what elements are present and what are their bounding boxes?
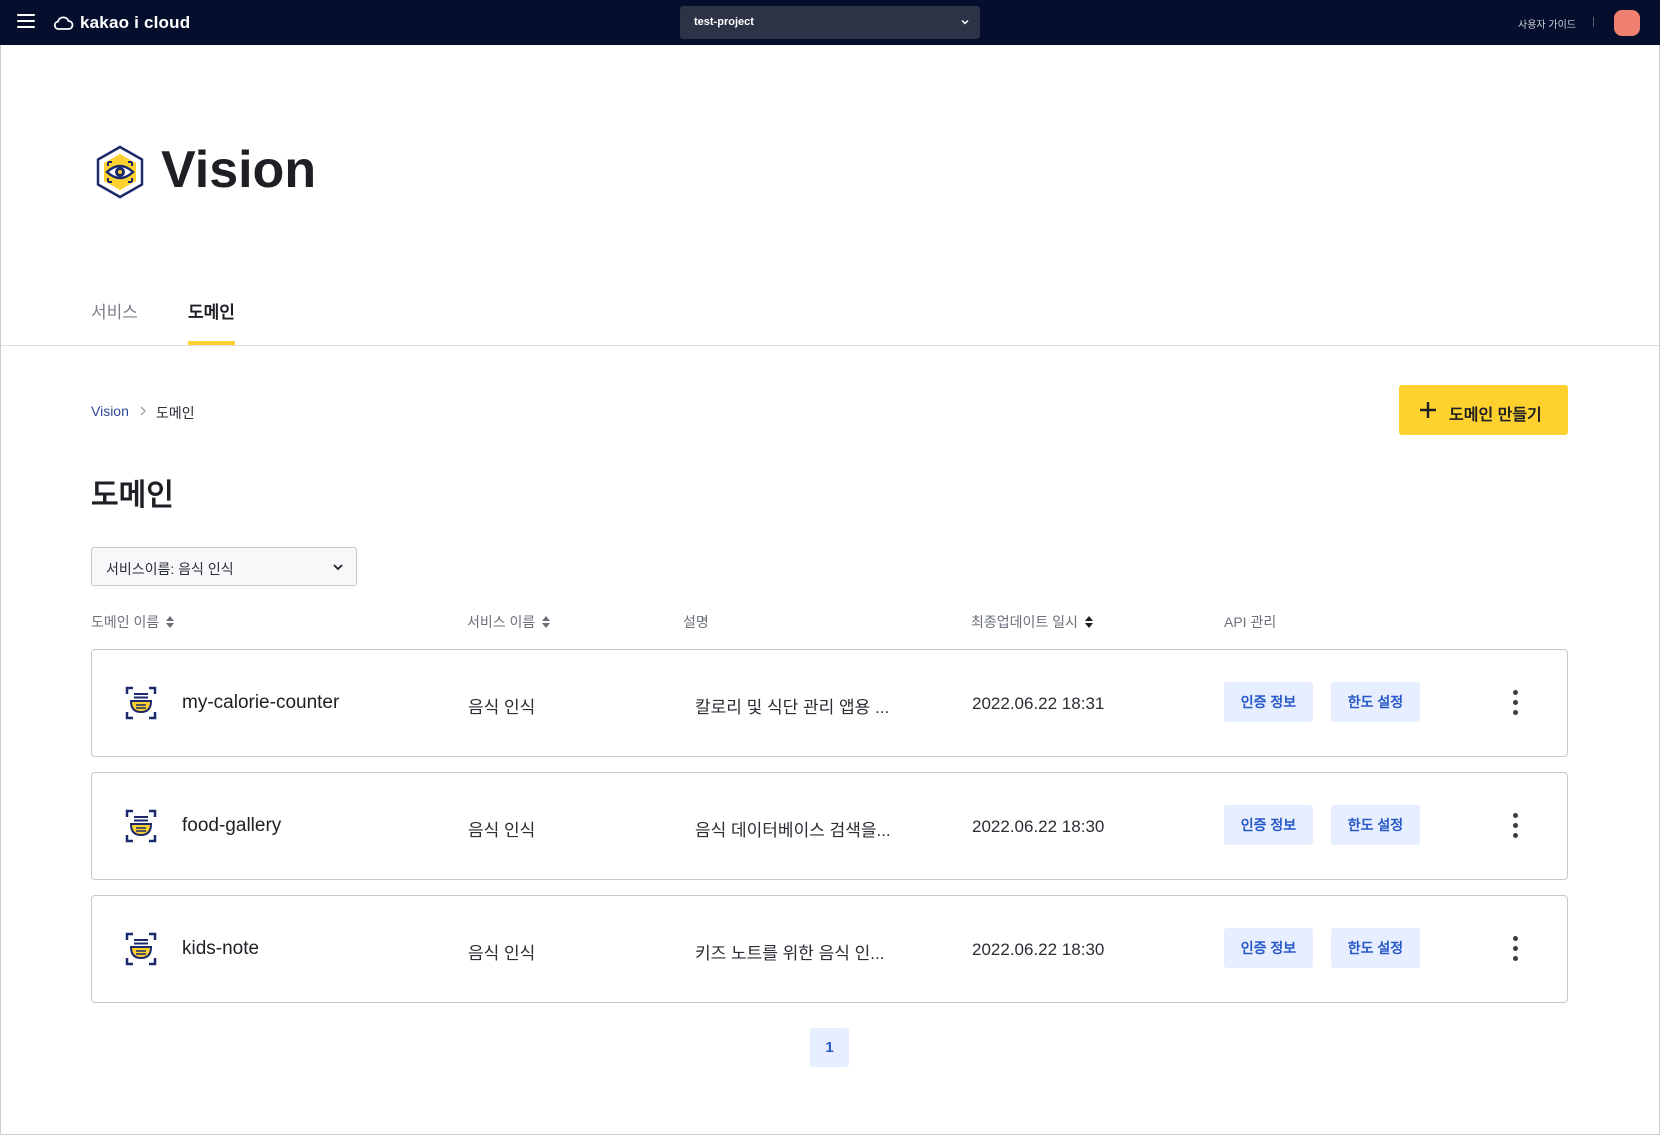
limit-settings-button[interactable]: 한도 설정: [1331, 928, 1420, 968]
brand-name: kakao i cloud: [80, 13, 191, 32]
more-vert-icon[interactable]: [1511, 813, 1519, 839]
service-filter-select[interactable]: 서비스이름: 음식 인식: [91, 547, 357, 586]
updated-at: 2022.06.22 18:30: [972, 817, 1105, 836]
vision-eye-icon: [96, 145, 144, 199]
domain-name-link[interactable]: my-calorie-counter: [182, 692, 339, 714]
avatar[interactable]: [1614, 10, 1640, 36]
top-navigation-bar: kakao i cloud test-project 사용자 가이드: [0, 0, 1660, 45]
chevron-down-icon: [961, 19, 969, 25]
limit-settings-button[interactable]: 한도 설정: [1331, 805, 1420, 845]
project-selector[interactable]: test-project: [680, 6, 980, 39]
table-row[interactable]: my-calorie-counter 음식 인식 칼로리 및 식단 관리 앱용 …: [91, 649, 1568, 757]
plus-icon: [1420, 402, 1436, 418]
pagination-page-button[interactable]: 1: [810, 1028, 849, 1067]
column-header-service-name: 서비스 이름: [467, 612, 551, 632]
auth-info-button[interactable]: 인증 정보: [1224, 682, 1313, 722]
domain-name-link[interactable]: kids-note: [182, 938, 259, 960]
food-bowl-icon: [125, 932, 157, 966]
domain-name-link[interactable]: food-gallery: [182, 815, 281, 837]
table-row[interactable]: food-gallery 음식 인식 음식 데이터베이스 검색을... 2022…: [91, 772, 1568, 880]
auth-info-button[interactable]: 인증 정보: [1224, 805, 1313, 845]
sort-icon[interactable]: [1084, 615, 1094, 629]
tabs-divider: [1, 345, 1659, 346]
column-header-description: 설명: [683, 612, 709, 632]
table-row[interactable]: kids-note 음식 인식 키즈 노트를 위한 음식 인... 2022.0…: [91, 895, 1568, 1003]
section-title: 도메인: [91, 479, 174, 512]
menu-icon[interactable]: [17, 14, 35, 30]
tab-services[interactable]: 서비스: [91, 298, 138, 323]
more-vert-icon[interactable]: [1511, 936, 1519, 962]
create-domain-button[interactable]: 도메인 만들기: [1399, 385, 1568, 435]
create-domain-label: 도메인 만들기: [1449, 407, 1542, 424]
updated-at: 2022.06.22 18:31: [972, 694, 1105, 713]
description: 칼로리 및 식단 관리 앱용 ...: [695, 698, 890, 717]
project-selector-value: test-project: [694, 16, 754, 28]
cloud-logo-icon: [53, 16, 74, 30]
column-header-label: API 관리: [1224, 614, 1277, 630]
column-header-label: 최종업데이트 일시: [971, 614, 1078, 630]
topbar-divider: [1593, 17, 1594, 27]
column-header-updated: 최종업데이트 일시: [971, 612, 1094, 632]
breadcrumb-root-link[interactable]: Vision: [91, 403, 129, 419]
chevron-right-icon: [140, 406, 146, 416]
description: 음식 데이터베이스 검색을...: [695, 821, 891, 840]
brand-logo[interactable]: kakao i cloud: [52, 11, 190, 35]
service-name: 음식 인식: [468, 944, 536, 963]
more-vert-icon[interactable]: [1511, 690, 1519, 716]
sort-icon[interactable]: [165, 615, 175, 629]
column-header-api: API 관리: [1224, 612, 1276, 632]
tab-domain[interactable]: 도메인: [188, 298, 235, 323]
breadcrumb-current: 도메인: [156, 405, 195, 421]
description: 키즈 노트를 위한 음식 인...: [695, 944, 885, 963]
chevron-down-icon: [333, 564, 343, 571]
service-name: 음식 인식: [468, 698, 536, 717]
column-header-label: 서비스 이름: [467, 614, 536, 630]
sort-icon[interactable]: [541, 615, 551, 629]
food-bowl-icon: [125, 809, 157, 843]
updated-at: 2022.06.22 18:30: [972, 940, 1105, 959]
service-filter-value: 서비스이름: 음식 인식: [106, 561, 234, 577]
food-bowl-icon: [125, 686, 157, 720]
page-title: Vision: [161, 141, 317, 199]
column-header-label: 도메인 이름: [91, 614, 160, 630]
auth-info-button[interactable]: 인증 정보: [1224, 928, 1313, 968]
limit-settings-button[interactable]: 한도 설정: [1331, 682, 1420, 722]
column-header-label: 설명: [683, 614, 709, 630]
column-header-domain-name: 도메인 이름: [91, 612, 175, 632]
user-guide-link[interactable]: 사용자 가이드: [1518, 16, 1576, 31]
service-name: 음식 인식: [468, 821, 536, 840]
